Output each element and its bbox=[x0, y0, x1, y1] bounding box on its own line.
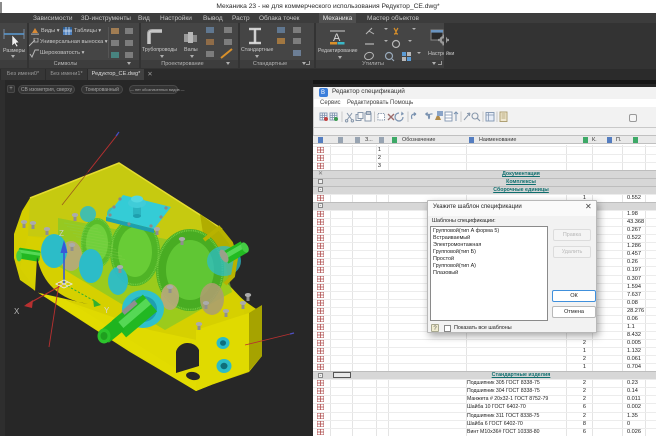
svg-text:Z: Z bbox=[59, 229, 64, 238]
svg-text:Y: Y bbox=[104, 306, 110, 315]
svg-text:X: X bbox=[14, 307, 20, 316]
